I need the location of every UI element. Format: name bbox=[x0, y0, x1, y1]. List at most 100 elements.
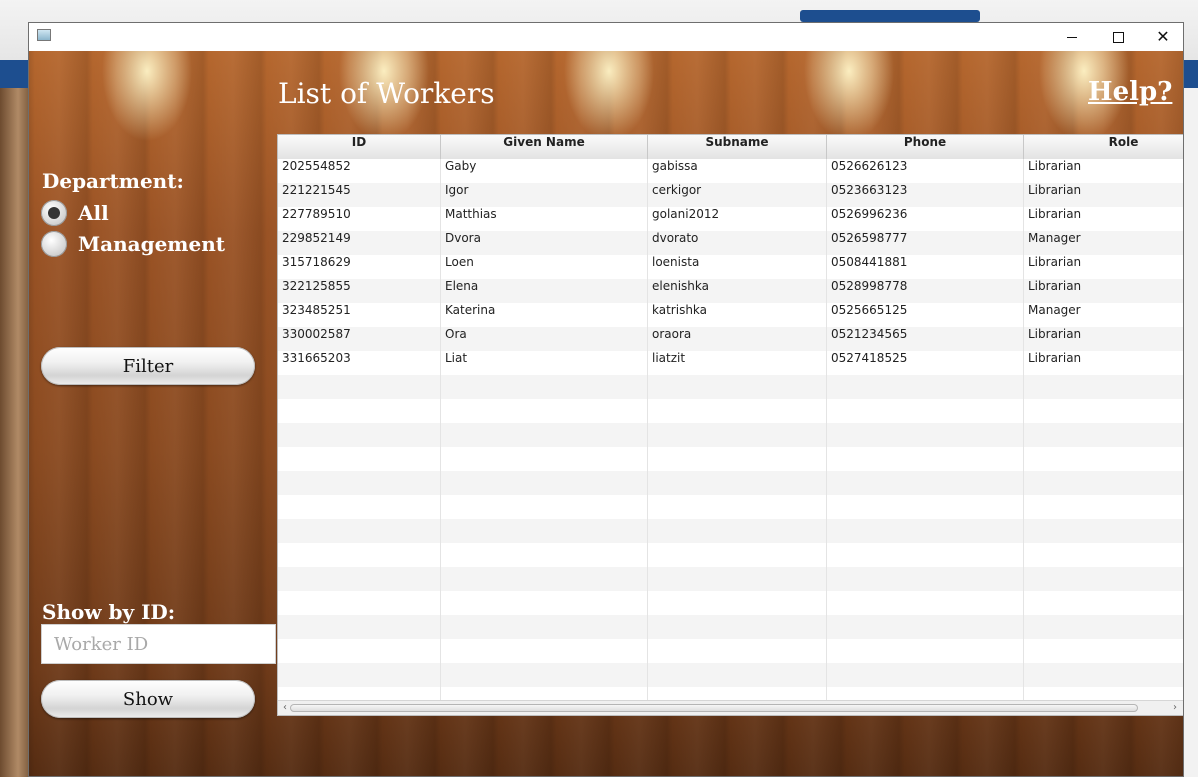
table-cell: 221221545 bbox=[278, 183, 441, 207]
show-button[interactable]: Show bbox=[41, 680, 255, 718]
close-icon: ✕ bbox=[1156, 27, 1170, 46]
table-cell bbox=[1024, 615, 1183, 639]
table-cell bbox=[827, 639, 1024, 663]
table-row[interactable]: 323485251 Katerina katrishka 0525665125 Mana… bbox=[278, 303, 1183, 327]
help-link[interactable]: Help? bbox=[1088, 77, 1172, 107]
table-cell bbox=[827, 519, 1024, 543]
table-cell bbox=[1024, 495, 1183, 519]
table-cell bbox=[827, 495, 1024, 519]
scroll-right-icon[interactable]: › bbox=[1170, 702, 1180, 713]
table-cell: 0523663123 bbox=[827, 183, 1024, 207]
table-cell bbox=[1024, 519, 1183, 543]
table-cell: gabissa bbox=[648, 159, 827, 183]
table-cell bbox=[1024, 399, 1183, 423]
table-cell: Gaby bbox=[441, 159, 648, 183]
table-row[interactable]: 331665203 Liat liatzit 0527418525 Librarian bbox=[278, 351, 1183, 375]
table-cell: Dvora bbox=[441, 231, 648, 255]
table-cell bbox=[441, 423, 648, 447]
table-row[interactable] bbox=[278, 399, 1183, 423]
table-cell bbox=[278, 615, 441, 639]
close-button[interactable]: ✕ bbox=[1140, 23, 1183, 51]
table-cell bbox=[648, 639, 827, 663]
table-cell: 331665203 bbox=[278, 351, 441, 375]
filter-button[interactable]: Filter bbox=[41, 347, 255, 385]
table-cell: 0528998778 bbox=[827, 279, 1024, 303]
table-row[interactable] bbox=[278, 615, 1183, 639]
table-cell bbox=[441, 375, 648, 399]
radio-management-label: Management bbox=[78, 232, 225, 256]
table-cell bbox=[1024, 543, 1183, 567]
table-row[interactable] bbox=[278, 567, 1183, 591]
table-cell bbox=[441, 567, 648, 591]
table-cell bbox=[441, 495, 648, 519]
table-row[interactable] bbox=[278, 471, 1183, 495]
table-row[interactable]: 229852149 Dvora dvorato 0526598777 Manager bbox=[278, 231, 1183, 255]
table-row[interactable]: 330002587 Ora oraora 0521234565 Librarian bbox=[278, 327, 1183, 351]
table-cell bbox=[648, 519, 827, 543]
table-cell: 323485251 bbox=[278, 303, 441, 327]
table-cell: Manager bbox=[1024, 303, 1183, 327]
table-row[interactable]: 202554852 Gaby gabissa 0526626123 Librarian bbox=[278, 159, 1183, 183]
table-cell bbox=[278, 375, 441, 399]
table-row[interactable] bbox=[278, 543, 1183, 567]
table-cell bbox=[648, 567, 827, 591]
app-icon bbox=[37, 29, 51, 41]
table-cell: Loen bbox=[441, 255, 648, 279]
maximize-icon bbox=[1112, 31, 1124, 43]
table-row[interactable] bbox=[278, 591, 1183, 615]
table-cell bbox=[278, 567, 441, 591]
table-row[interactable]: 221221545 Igor cerkigor 0523663123 Librarian bbox=[278, 183, 1183, 207]
table-row[interactable] bbox=[278, 375, 1183, 399]
radio-button[interactable] bbox=[41, 200, 67, 226]
horizontal-scrollbar[interactable]: ‹ › bbox=[278, 700, 1183, 715]
table-cell bbox=[648, 447, 827, 471]
title-bar: ✕ bbox=[29, 23, 1183, 51]
table-cell bbox=[1024, 639, 1183, 663]
column-header[interactable]: Given Name bbox=[441, 135, 648, 159]
table-cell: cerkigor bbox=[648, 183, 827, 207]
table-row[interactable] bbox=[278, 663, 1183, 687]
column-header[interactable]: Role bbox=[1024, 135, 1183, 159]
table-cell bbox=[827, 399, 1024, 423]
maximize-button[interactable] bbox=[1095, 23, 1141, 51]
show-by-id-label: Show by ID: bbox=[42, 600, 176, 624]
table-cell: 227789510 bbox=[278, 207, 441, 231]
table-row[interactable] bbox=[278, 495, 1183, 519]
table-cell bbox=[278, 663, 441, 687]
table-cell bbox=[827, 615, 1024, 639]
table-row[interactable] bbox=[278, 639, 1183, 663]
table-cell bbox=[1024, 447, 1183, 471]
table-cell: Igor bbox=[441, 183, 648, 207]
table-row[interactable] bbox=[278, 447, 1183, 471]
column-header[interactable]: Subname bbox=[648, 135, 827, 159]
worker-id-input[interactable] bbox=[41, 624, 276, 664]
table-cell: Librarian bbox=[1024, 327, 1183, 351]
table-cell: 202554852 bbox=[278, 159, 441, 183]
table-cell: 330002587 bbox=[278, 327, 441, 351]
table-cell bbox=[827, 543, 1024, 567]
table-row[interactable]: 315718629 Loen loenista 0508441881 Librarian bbox=[278, 255, 1183, 279]
radio-all[interactable]: All bbox=[41, 200, 109, 226]
table-cell: 322125855 bbox=[278, 279, 441, 303]
column-header[interactable]: Phone bbox=[827, 135, 1024, 159]
table-cell bbox=[441, 471, 648, 495]
table-cell bbox=[648, 495, 827, 519]
table-cell bbox=[648, 375, 827, 399]
table-cell: golani2012 bbox=[648, 207, 827, 231]
table-row[interactable] bbox=[278, 423, 1183, 447]
scroll-left-icon[interactable]: ‹ bbox=[280, 702, 290, 713]
minimize-button[interactable] bbox=[1049, 23, 1095, 51]
table-cell: 0508441881 bbox=[827, 255, 1024, 279]
table-row[interactable]: 322125855 Elena elenishka 0528998778 Librari… bbox=[278, 279, 1183, 303]
table-cell: Librarian bbox=[1024, 279, 1183, 303]
table-cell bbox=[441, 447, 648, 471]
table-cell bbox=[278, 543, 441, 567]
table-cell bbox=[648, 615, 827, 639]
table-row[interactable] bbox=[278, 519, 1183, 543]
radio-management[interactable]: Management bbox=[41, 231, 225, 257]
table-row[interactable]: 227789510 Matthias golani2012 0526996236 Lib… bbox=[278, 207, 1183, 231]
column-header[interactable]: ID bbox=[278, 135, 441, 159]
radio-button[interactable] bbox=[41, 231, 67, 257]
scrollbar-thumb[interactable] bbox=[290, 704, 1138, 712]
workers-table[interactable]: ID Given Name Subname Phone Role 202554852 Ga… bbox=[277, 134, 1183, 716]
